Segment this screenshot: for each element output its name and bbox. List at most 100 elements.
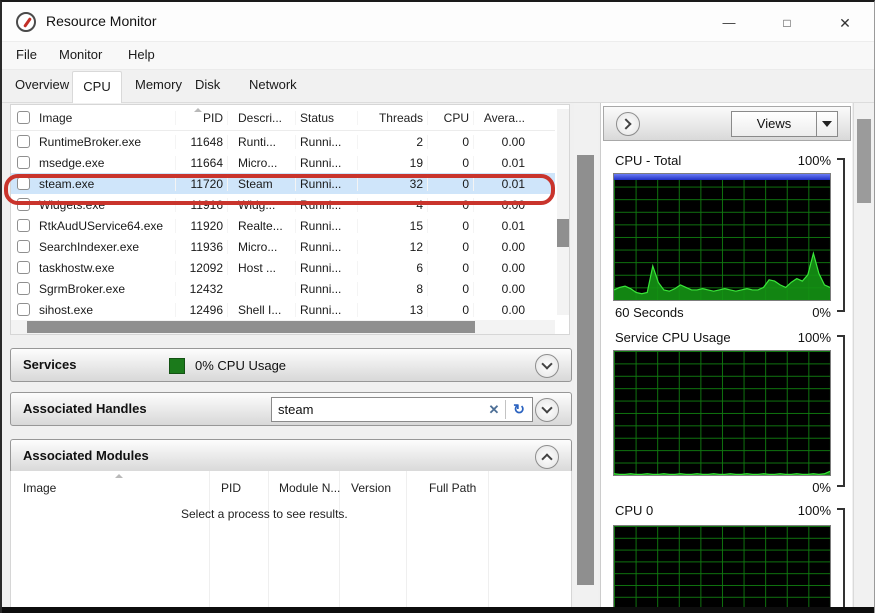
- services-collapse-button[interactable]: [535, 354, 559, 378]
- row-threads: 6: [357, 261, 427, 275]
- cpu-total-graph: [613, 173, 831, 301]
- column-header-status[interactable]: Status: [295, 111, 357, 125]
- row-average: 0.01: [473, 219, 529, 233]
- table-row[interactable]: SgrmBroker.exe 12432 Runni... 8 0 0.00: [11, 278, 555, 299]
- modules-empty-message: Select a process to see results.: [181, 507, 348, 521]
- tab-disk[interactable]: Disk: [195, 77, 220, 92]
- modules-column-pid[interactable]: PID: [221, 481, 241, 495]
- menu-file[interactable]: File: [16, 47, 37, 62]
- window-right-scrollbar-thumb[interactable]: [857, 119, 871, 203]
- row-average: 0.00: [473, 261, 529, 275]
- row-checkbox[interactable]: [11, 156, 35, 169]
- column-header-threads[interactable]: Threads: [357, 111, 427, 125]
- collapse-panel-button[interactable]: [616, 112, 640, 136]
- modules-column-version[interactable]: Version: [351, 481, 391, 495]
- process-table-horizontal-scrollbar-thumb[interactable]: [27, 321, 475, 333]
- row-checkbox[interactable]: [11, 240, 35, 253]
- row-description: Steam: [227, 177, 295, 191]
- handles-collapse-button[interactable]: [535, 398, 559, 422]
- row-average: 0.01: [473, 177, 529, 191]
- row-average: 0.00: [473, 198, 529, 212]
- chevron-right-icon: [620, 118, 631, 129]
- row-average: 0.00: [473, 303, 529, 317]
- row-checkbox[interactable]: [11, 219, 35, 232]
- row-checkbox[interactable]: [11, 261, 35, 274]
- row-description: Realte...: [227, 219, 295, 233]
- chevron-down-icon: [541, 402, 552, 413]
- cpu-total-label-row: CPU - Total 100%: [615, 153, 831, 168]
- row-pid: 12432: [175, 282, 227, 296]
- row-cpu: 0: [427, 219, 473, 233]
- table-row[interactable]: Widgets.exe 11916 Widg... Runni... 4 0 0…: [11, 194, 555, 215]
- cpu-total-min-label: 0%: [812, 305, 831, 320]
- modules-column-full-path[interactable]: Full Path: [429, 481, 476, 495]
- column-header-cpu[interactable]: CPU: [427, 111, 473, 125]
- column-header-average[interactable]: Avera...: [473, 111, 529, 125]
- row-pid: 11916: [175, 198, 227, 212]
- views-dropdown-button[interactable]: [816, 111, 838, 137]
- process-table-horizontal-scrollbar[interactable]: [11, 320, 555, 334]
- table-row[interactable]: sihost.exe 12496 Shell I... Runni... 13 …: [11, 299, 555, 318]
- menu-monitor[interactable]: Monitor: [59, 47, 102, 62]
- process-table-vertical-scrollbar-thumb[interactable]: [557, 219, 569, 247]
- row-checkbox[interactable]: [11, 177, 35, 190]
- left-pane-scrollbar-thumb[interactable]: [577, 155, 594, 585]
- handles-section-bar[interactable]: Associated Handles ✕ ↻: [10, 392, 572, 426]
- menu-help[interactable]: Help: [128, 47, 155, 62]
- row-description: Micro...: [227, 156, 295, 170]
- service-cpu-min-label: 0%: [812, 480, 831, 495]
- maximize-button[interactable]: □: [770, 10, 804, 36]
- row-status: Runni...: [295, 135, 357, 149]
- refresh-search-icon[interactable]: ↻: [506, 401, 532, 418]
- axis-bracket: [837, 158, 845, 312]
- cpu-usage-indicator-icon: [169, 358, 185, 374]
- handles-search-box: ✕ ↻: [271, 397, 533, 422]
- modules-collapse-button[interactable]: [535, 445, 559, 469]
- services-section-bar[interactable]: Services 0% CPU Usage: [10, 348, 572, 382]
- close-button[interactable]: ✕: [828, 10, 862, 36]
- tab-memory[interactable]: Memory: [135, 77, 182, 92]
- chevron-down-icon: [541, 358, 552, 369]
- table-row[interactable]: steam.exe 11720 Steam Runni... 32 0 0.01: [11, 173, 555, 194]
- modules-section-bar[interactable]: Associated Modules: [10, 439, 572, 473]
- services-cpu-usage: 0% CPU Usage: [195, 358, 286, 373]
- row-threads: 32: [357, 177, 427, 191]
- row-image: SearchIndexer.exe: [35, 240, 175, 254]
- graphs-panel: Views CPU - Total 100% 60 Seconds 0% Ser…: [600, 103, 852, 610]
- row-image: steam.exe: [35, 177, 175, 191]
- tab-cpu[interactable]: CPU: [72, 71, 122, 103]
- select-all-checkbox[interactable]: [11, 111, 35, 124]
- modules-column-module-name[interactable]: Module N...: [279, 481, 340, 495]
- tab-network[interactable]: Network: [249, 77, 297, 92]
- minimize-button[interactable]: —: [712, 10, 746, 36]
- table-row[interactable]: RtkAudUService64.exe 11920 Realte... Run…: [11, 215, 555, 236]
- row-checkbox[interactable]: [11, 303, 35, 316]
- column-header-pid[interactable]: PID: [175, 111, 227, 125]
- row-average: 0.01: [473, 156, 529, 170]
- row-pid: 11720: [175, 177, 227, 191]
- resource-monitor-window: Resource Monitor — □ ✕ File Monitor Help…: [0, 0, 875, 613]
- clear-search-icon[interactable]: ✕: [483, 402, 505, 418]
- row-checkbox[interactable]: [11, 282, 35, 295]
- row-average: 0.00: [473, 282, 529, 296]
- row-status: Runni...: [295, 303, 357, 317]
- table-row[interactable]: RuntimeBroker.exe 11648 Runti... Runni..…: [11, 131, 555, 152]
- handles-search-input[interactable]: [272, 402, 483, 417]
- left-pane-scrollbar[interactable]: [574, 103, 598, 610]
- cpu0-max-label: 100%: [798, 503, 831, 518]
- window-right-scrollbar[interactable]: [853, 103, 874, 610]
- process-table-vertical-scrollbar[interactable]: [557, 109, 569, 315]
- row-cpu: 0: [427, 177, 473, 191]
- column-header-image[interactable]: Image: [35, 111, 175, 125]
- sort-indicator-icon: [194, 108, 202, 112]
- modules-column-image[interactable]: Image: [23, 481, 56, 495]
- table-row[interactable]: taskhostw.exe 12092 Host ... Runni... 6 …: [11, 257, 555, 278]
- views-button[interactable]: Views: [731, 111, 817, 137]
- row-checkbox[interactable]: [11, 198, 35, 211]
- column-header-description[interactable]: Descri...: [227, 111, 295, 125]
- table-row[interactable]: msedge.exe 11664 Micro... Runni... 19 0 …: [11, 152, 555, 173]
- row-checkbox[interactable]: [11, 135, 35, 148]
- tab-overview[interactable]: Overview: [15, 77, 69, 92]
- table-row[interactable]: SearchIndexer.exe 11936 Micro... Runni..…: [11, 236, 555, 257]
- row-status: Runni...: [295, 177, 357, 191]
